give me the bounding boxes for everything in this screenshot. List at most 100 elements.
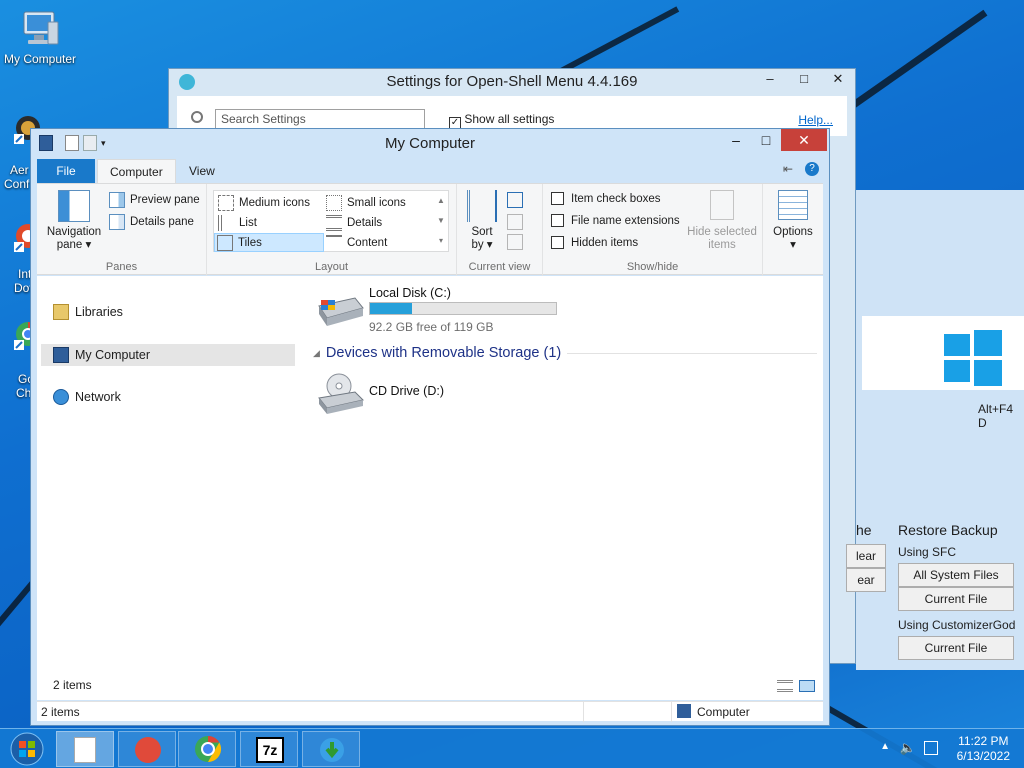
taskbar-app-chrome[interactable] <box>178 731 236 767</box>
cd-drive-tile[interactable]: CD Drive (D:) <box>313 372 513 420</box>
list-label: List <box>239 216 257 229</box>
content-icon <box>326 234 342 251</box>
partial-clear-button[interactable]: lear <box>846 544 886 568</box>
partial-heading: he <box>856 522 872 538</box>
show-hidden-icons-icon[interactable]: ▲ <box>880 741 890 752</box>
preview-pane-button[interactable]: Preview pane <box>109 192 200 208</box>
nav-my-computer[interactable]: My Computer <box>53 347 150 363</box>
checkbox-icon <box>551 236 564 249</box>
sort-by-label: Sort <box>471 226 493 238</box>
taskbar-app-7zip[interactable]: 7z <box>240 731 298 767</box>
all-system-files-button[interactable]: All System Files <box>898 563 1014 587</box>
list-icon <box>218 214 234 231</box>
partial-clear-button[interactable]: ear <box>846 568 886 592</box>
small-icons-option[interactable]: Small icons <box>326 193 406 212</box>
ribbon: Navigation pane ▾ Preview pane Details p… <box>37 183 823 276</box>
content-option[interactable]: Content <box>326 233 387 252</box>
taskbar-app-download-manager[interactable] <box>302 731 360 767</box>
taskbar-app-file[interactable] <box>56 731 114 767</box>
volume-muted-icon[interactable]: 🔈 <box>900 740 916 756</box>
help-link[interactable]: Help... <box>798 113 833 127</box>
navigation-pane-button[interactable]: Navigation pane ▾ <box>41 190 107 252</box>
clock-date: 6/13/2022 <box>956 749 1010 763</box>
group-by-icon[interactable] <box>507 192 523 208</box>
chrome-icon <box>195 735 222 763</box>
details-pane-icon <box>109 214 125 230</box>
details-pane-button[interactable]: Details pane <box>109 214 194 230</box>
item-check-boxes-label: Item check boxes <box>571 192 661 205</box>
details-option[interactable]: Details <box>326 213 382 232</box>
settings-search-input[interactable]: Search Settings <box>215 109 425 129</box>
disk-capacity-fill <box>370 303 412 314</box>
tiles-option[interactable]: Tiles <box>214 233 324 252</box>
nav-libraries[interactable]: Libraries <box>53 304 123 320</box>
current-view-group: Sort by ▾ Current view <box>457 184 543 276</box>
settings-minimize-button[interactable]: – <box>753 69 787 91</box>
navigation-pane-label: pane <box>56 239 83 251</box>
tab-file[interactable]: File <box>37 159 95 183</box>
list-option[interactable]: List <box>216 213 324 232</box>
content-area: Libraries My Computer Network Local Disk… <box>37 276 823 700</box>
tab-computer[interactable]: Computer <box>97 159 176 183</box>
hidden-items-checkbox[interactable]: Hidden items <box>551 236 638 249</box>
show-hide-group-label: Show/hide <box>626 261 679 273</box>
checkbox-icon <box>551 214 564 227</box>
item-check-boxes-checkbox[interactable]: Item check boxes <box>551 192 660 205</box>
hide-selected-items-button[interactable]: Hide selected items <box>685 190 759 252</box>
size-columns-icon[interactable] <box>507 234 523 250</box>
status-bar: 2 items Computer <box>37 701 823 722</box>
explorer-title-bar[interactable]: ▾ My Computer – □ ✕ <box>31 129 829 159</box>
nav-my-computer-label: My Computer <box>75 348 151 362</box>
collapse-icon: ◢ <box>313 347 320 358</box>
local-disk-name: Local Disk (C:) <box>369 286 451 300</box>
gallery-scroll[interactable]: ▲ ▼ ▾ <box>434 191 448 251</box>
large-icons-view-icon[interactable] <box>799 680 815 692</box>
small-icons-label: Small icons <box>347 196 406 209</box>
sort-by-button[interactable]: Sort by ▾ <box>463 190 501 252</box>
add-columns-icon[interactable] <box>507 214 523 230</box>
using-sfc-label: Using SFC <box>898 545 957 559</box>
local-disk-tile[interactable]: Local Disk (C:) 92.2 GB free of 119 GB <box>313 286 573 336</box>
current-file-button[interactable]: Current File <box>898 636 1014 660</box>
nav-network[interactable]: Network <box>53 389 121 405</box>
explorer-title: My Computer <box>384 135 476 152</box>
explorer-window[interactable]: ▾ My Computer – □ ✕ File Computer View ⇤… <box>30 128 830 726</box>
close-button[interactable]: ✕ <box>781 129 827 151</box>
settings-close-button[interactable]: ✕ <box>821 69 855 91</box>
options-button[interactable]: Options ▾ <box>767 190 819 252</box>
status-item-count: 2 items <box>41 705 80 719</box>
shortcut-hint: Alt+F4 D <box>978 402 1014 430</box>
taskbar-app-shell-settings[interactable] <box>118 731 176 767</box>
local-disk-free-space: 92.2 GB free of 119 GB <box>369 320 494 334</box>
minimize-button[interactable]: – <box>721 129 751 151</box>
current-file-button[interactable]: Current File <box>898 587 1014 611</box>
network-tray-icon[interactable] <box>924 741 938 755</box>
start-button[interactable] <box>2 731 52 767</box>
view-switcher <box>777 680 815 692</box>
clock[interactable]: 11:22 PM 6/13/2022 <box>957 734 1010 764</box>
removable-storage-group-header[interactable]: ◢ Devices with Removable Storage (1) <box>313 345 818 361</box>
tab-view[interactable]: View <box>177 159 227 183</box>
panes-group: Navigation pane ▾ Preview pane Details p… <box>37 184 207 276</box>
7zip-icon: 7z <box>256 737 284 763</box>
ribbon-tabs: File Computer View <box>37 159 823 183</box>
details-view-icon[interactable] <box>777 680 793 692</box>
settings-maximize-button[interactable]: □ <box>787 69 821 91</box>
hide-selected-label: items <box>708 239 736 251</box>
details-label: Details <box>347 216 383 229</box>
medium-icons-option[interactable]: Medium icons <box>216 193 324 212</box>
desktop-icon-my-computer[interactable]: My Computer <box>0 8 80 66</box>
show-all-settings-checkbox[interactable]: ✓ Show all settings <box>449 112 554 129</box>
computer-small-icon <box>677 704 691 718</box>
file-name-extensions-checkbox[interactable]: File name extensions <box>551 214 680 227</box>
navigation-pane-label: Navigation <box>46 226 102 238</box>
maximize-button[interactable]: □ <box>751 129 781 151</box>
status-location: Computer <box>697 705 750 719</box>
libraries-icon <box>53 304 69 320</box>
computer-icon <box>18 8 62 50</box>
help-icon[interactable]: ? <box>805 162 819 176</box>
item-count: 2 items <box>53 678 92 692</box>
hidden-items-label: Hidden items <box>571 236 639 249</box>
hide-selected-icon <box>710 190 734 220</box>
pin-icon[interactable]: ⇤ <box>783 162 793 176</box>
